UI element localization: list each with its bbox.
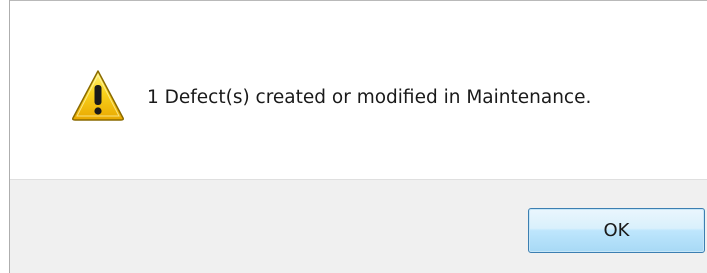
dialog-message: 1 Defect(s) created or modified in Maint… bbox=[147, 87, 592, 108]
message-dialog: 1 Defect(s) created or modified in Maint… bbox=[0, 0, 707, 273]
ok-button[interactable]: OK bbox=[528, 208, 705, 253]
warning-icon bbox=[72, 70, 124, 121]
dialog-footer: OK bbox=[10, 179, 707, 273]
dialog-content: 1 Defect(s) created or modified in Maint… bbox=[10, 1, 707, 179]
